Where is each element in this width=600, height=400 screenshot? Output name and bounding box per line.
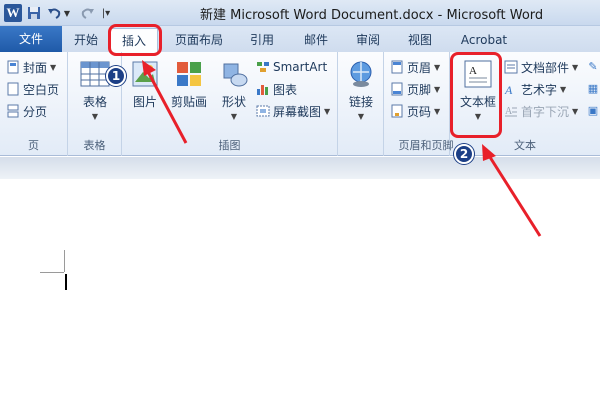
cover-page-icon xyxy=(6,60,20,74)
group-label-illustrations: 插图 xyxy=(218,139,241,152)
picture-icon xyxy=(132,61,158,87)
page-break-icon xyxy=(6,104,20,118)
header-button[interactable]: 页眉 ▼ xyxy=(390,58,440,76)
link-icon xyxy=(350,61,372,87)
wordart-label: 艺术字 xyxy=(521,82,558,97)
page-number-icon xyxy=(390,104,404,118)
chevron-down-icon: ▼ xyxy=(434,84,441,94)
smartart-icon xyxy=(256,60,270,74)
clipart-label: 剪贴画 xyxy=(170,95,207,109)
step-1-badge: 1 xyxy=(106,66,126,86)
footer-label: 页脚 xyxy=(407,82,432,97)
group-label-tables: 表格 xyxy=(83,139,106,152)
table-button[interactable]: 表格 ▼ xyxy=(76,58,114,121)
text-cursor xyxy=(65,274,67,290)
save-icon[interactable] xyxy=(26,4,42,22)
group-pages: 封面 ▼ 空白页 分页 页 xyxy=(0,52,68,156)
wordart-button[interactable]: A 艺术字 ▼ xyxy=(504,80,566,98)
chevron-down-icon: ▼ xyxy=(434,62,441,72)
header-label: 页眉 xyxy=(407,60,432,75)
tab-view[interactable]: 视图 xyxy=(398,28,442,52)
date-time-icon[interactable]: ▦ xyxy=(586,80,600,98)
undo-dropdown-icon[interactable]: ▼ xyxy=(62,4,72,22)
group-header-footer: 页眉 ▼ 页脚 ▼ 页码 ▼ 页眉和页脚 xyxy=(384,52,454,156)
shapes-label: 形状 xyxy=(221,95,246,109)
drop-cap-icon: A xyxy=(504,104,518,118)
highlight-textbox-button xyxy=(450,52,502,138)
highlight-insert-tab xyxy=(108,24,162,56)
tab-home[interactable]: 开始 xyxy=(66,28,106,52)
chart-label: 图表 xyxy=(273,82,298,97)
shapes-icon xyxy=(223,63,248,87)
document-top-shadow xyxy=(0,157,600,179)
group-illustrations: 图片 剪贴画 形状 ▼ SmartArt 图表 屏幕截图 ▼ 插图 xyxy=(122,52,338,156)
tab-file[interactable]: 文件 xyxy=(0,26,62,52)
margin-corner-mark-vertical xyxy=(64,250,65,272)
smartart-button[interactable]: SmartArt xyxy=(256,58,327,76)
chevron-down-icon: ▼ xyxy=(324,106,331,116)
chevron-down-icon: ▼ xyxy=(572,106,579,116)
page-number-button[interactable]: 页码 ▼ xyxy=(390,102,440,120)
object-icon[interactable]: ▣ xyxy=(586,102,600,120)
drop-cap-label: 首字下沉 xyxy=(521,104,570,119)
footer-icon xyxy=(390,82,404,96)
tab-references[interactable]: 引用 xyxy=(240,28,284,52)
tab-review[interactable]: 审阅 xyxy=(346,28,390,52)
page-break-label: 分页 xyxy=(23,104,48,119)
quick-parts-label: 文档部件 xyxy=(521,60,570,75)
table-label: 表格 xyxy=(82,95,107,109)
drop-cap-button[interactable]: A 首字下沉 ▼ xyxy=(504,102,578,120)
title-bar: W ▼ |▾ 新建 Microsoft Word Document.docx -… xyxy=(0,0,600,26)
svg-text:A: A xyxy=(505,106,513,117)
page-number-label: 页码 xyxy=(407,104,432,119)
chart-icon xyxy=(256,82,270,96)
screenshot-button[interactable]: 屏幕截图 ▼ xyxy=(256,102,330,120)
header-icon xyxy=(390,60,404,74)
window-title: 新建 Microsoft Word Document.docx - Micros… xyxy=(200,8,544,23)
quick-parts-button[interactable]: 文档部件 ▼ xyxy=(504,58,578,76)
screenshot-icon xyxy=(256,104,270,118)
picture-button[interactable]: 图片 xyxy=(126,58,164,110)
blank-page-button[interactable]: 空白页 xyxy=(6,80,59,98)
blank-page-label: 空白页 xyxy=(23,82,60,97)
blank-page-icon xyxy=(6,82,20,96)
document-page[interactable] xyxy=(0,179,600,400)
quick-parts-icon xyxy=(504,60,518,74)
shapes-button[interactable]: 形状 ▼ xyxy=(214,58,254,121)
cover-page-label: 封面 xyxy=(23,60,48,75)
group-label-pages: 页 xyxy=(28,139,39,152)
wordart-icon: A xyxy=(504,82,518,97)
redo-icon[interactable] xyxy=(80,4,96,22)
tab-mailings[interactable]: 邮件 xyxy=(294,28,338,52)
word-app-icon[interactable]: W xyxy=(4,4,22,22)
ribbon-tab-row: 文件 开始 插入 页面布局 引用 邮件 审阅 视图 Acrobat xyxy=(0,26,600,52)
clipart-icon xyxy=(177,62,201,86)
link-label: 链接 xyxy=(348,95,373,109)
chevron-down-icon: ▼ xyxy=(572,62,579,72)
tab-page-layout[interactable]: 页面布局 xyxy=(168,28,230,52)
link-button[interactable]: 链接 ▼ xyxy=(342,58,380,121)
chevron-down-icon: ▼ xyxy=(230,112,238,121)
chevron-down-icon: ▼ xyxy=(560,84,567,94)
chart-button[interactable]: 图表 xyxy=(256,80,297,98)
footer-button[interactable]: 页脚 ▼ xyxy=(390,80,440,98)
cover-page-button[interactable]: 封面 ▼ xyxy=(6,58,56,76)
chevron-down-icon: ▼ xyxy=(91,112,99,121)
svg-text:A: A xyxy=(504,83,513,96)
screenshot-label: 屏幕截图 xyxy=(273,104,322,119)
margin-corner-mark-horizontal xyxy=(40,272,64,273)
page-break-button[interactable]: 分页 xyxy=(6,102,47,120)
chevron-down-icon: ▼ xyxy=(357,112,365,121)
ribbon: 封面 ▼ 空白页 分页 页 表格 ▼ 表格 图片 剪贴画 形状 ▼ SmartA… xyxy=(0,52,600,156)
picture-label: 图片 xyxy=(132,95,157,109)
undo-icon[interactable] xyxy=(46,4,62,22)
step-2-badge: 2 xyxy=(454,144,474,164)
clipart-button[interactable]: 剪贴画 xyxy=(166,58,212,110)
chevron-down-icon: ▼ xyxy=(434,106,441,116)
chevron-down-icon: ▼ xyxy=(50,62,57,72)
tab-acrobat[interactable]: Acrobat xyxy=(452,28,516,52)
signature-line-icon[interactable]: ✎ xyxy=(586,58,600,76)
smartart-label: SmartArt xyxy=(273,60,328,74)
customize-quick-access-icon[interactable]: |▾ xyxy=(100,4,112,22)
